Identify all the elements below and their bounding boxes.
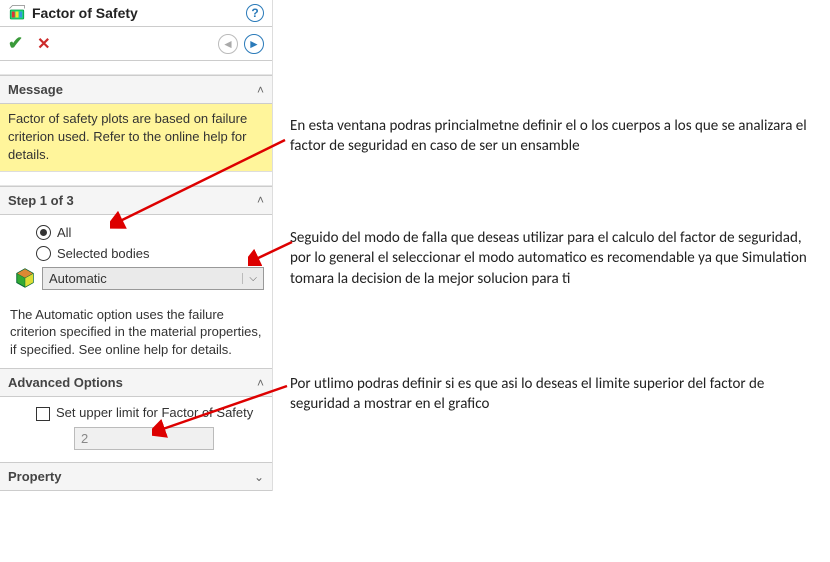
step-body: All Selected bodies Automatic ⌵ [0,215,272,300]
section-message-header[interactable]: Message ˄ [0,75,272,104]
section-property-header[interactable]: Property ⌄ [0,462,272,491]
section-advanced-header[interactable]: Advanced Options ˄ [0,368,272,397]
section-step-header[interactable]: Step 1 of 3 ˄ [0,186,272,215]
upper-limit-checkbox[interactable] [36,407,50,421]
panel-title: Factor of Safety [32,5,246,21]
radio-all-label: All [57,225,71,240]
chevron-up-icon: ˄ [257,376,264,390]
action-bar: ✔ ✕ ◄ ► [0,27,272,61]
help-icon[interactable]: ? [246,4,264,22]
ok-button[interactable]: ✔ [8,33,23,54]
annotation-3: Por utlimo podras definir si es que asi … [290,374,810,415]
failure-criterion-dropdown[interactable]: Automatic ⌵ [42,267,264,290]
cancel-button[interactable]: ✕ [37,34,50,54]
section-message-title: Message [8,82,257,97]
annotation-2: Seguido del modo de falla que deseas uti… [290,228,810,289]
criterion-row: Automatic ⌵ [14,267,264,290]
material-cube-icon [14,267,36,289]
factor-of-safety-icon [8,4,26,22]
automatic-hint: The Automatic option uses the failure cr… [0,300,272,369]
chevron-up-icon: ˄ [257,193,264,207]
radio-all[interactable] [36,225,51,240]
message-body: Factor of safety plots are based on fail… [0,104,272,172]
chevron-up-icon: ˄ [257,83,264,97]
prev-step-button: ◄ [218,34,238,54]
radio-selected-bodies[interactable] [36,246,51,261]
radio-all-row: All [36,225,264,240]
annotation-1: En esta ventana podras princialmetne def… [290,116,810,157]
property-panel: Factor of Safety ? ✔ ✕ ◄ ► Message ˄ Fac… [0,0,273,491]
advanced-body: Set upper limit for Factor of Safety 2 [0,397,272,462]
upper-limit-row: Set upper limit for Factor of Safety [36,405,262,421]
panel-header: Factor of Safety ? [0,0,272,27]
upper-limit-input: 2 [74,427,214,450]
section-step-title: Step 1 of 3 [8,193,257,208]
radio-selected-row: Selected bodies [36,246,264,261]
section-property-title: Property [8,469,254,484]
radio-selected-label: Selected bodies [57,246,150,261]
chevron-down-icon: ⌄ [254,470,264,484]
section-advanced-title: Advanced Options [8,375,257,390]
next-step-button[interactable]: ► [244,34,264,54]
chevron-down-icon: ⌵ [242,273,257,284]
dropdown-value: Automatic [49,271,242,286]
upper-limit-label: Set upper limit for Factor of Safety [56,405,253,420]
